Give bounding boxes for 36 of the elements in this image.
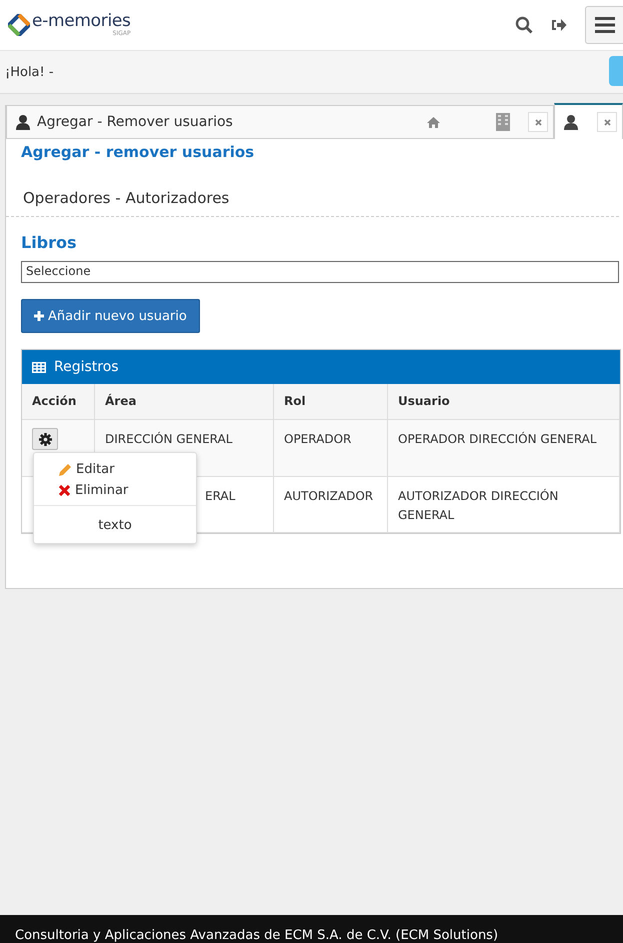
select-field[interactable]: Seleccione — [21, 261, 619, 283]
logo-icon — [8, 14, 30, 36]
column-header: Acción — [22, 384, 95, 420]
page-title: Agregar - remover usuarios — [21, 143, 256, 161]
close-button[interactable] — [597, 112, 617, 132]
gear-icon — [38, 432, 52, 446]
table-icon — [32, 362, 46, 372]
column-header: Rol — [274, 384, 388, 420]
add-user-button[interactable]: Añadir nuevo usuario — [21, 299, 200, 333]
table-cell: OPERADOR — [274, 420, 388, 477]
column-header: Área — [95, 384, 274, 420]
tab[interactable]: Agregar - Remover usuarios — [6, 106, 554, 139]
subtitle: Operadores - Autorizadores — [23, 189, 230, 209]
delete-icon — [58, 484, 71, 497]
section-heading: Libros — [21, 233, 78, 252]
tab[interactable] — [554, 103, 623, 139]
close-icon — [604, 118, 610, 126]
column-header: Usuario — [388, 384, 620, 420]
footer-text: Consultoria y Aplicaciones Avanzadas de ECM S.A. de C.V. (ECM Solutions) — [0, 915, 623, 943]
menu-button[interactable] — [585, 6, 623, 44]
close-icon — [534, 118, 542, 126]
table-cell: AUTORIZADOR DIRECCIÓN GENERAL — [388, 477, 620, 533]
table-cell: AUTORIZADOR — [274, 477, 388, 533]
user-icon — [563, 114, 579, 130]
logo-text: e-memories — [32, 13, 131, 30]
table-cell: OPERADOR DIRECCIÓN GENERAL — [388, 420, 620, 477]
close-button[interactable] — [528, 112, 548, 132]
greeting-text: ¡Hola! - — [5, 64, 54, 80]
search-icon[interactable] — [515, 16, 533, 34]
plus-icon — [34, 311, 44, 321]
user-icon — [15, 114, 31, 130]
table-title: Registros — [54, 359, 119, 375]
action-button[interactable] — [32, 428, 58, 450]
logout-icon[interactable] — [551, 18, 567, 32]
home-icon[interactable] — [427, 116, 440, 128]
menu-icon — [595, 17, 615, 33]
